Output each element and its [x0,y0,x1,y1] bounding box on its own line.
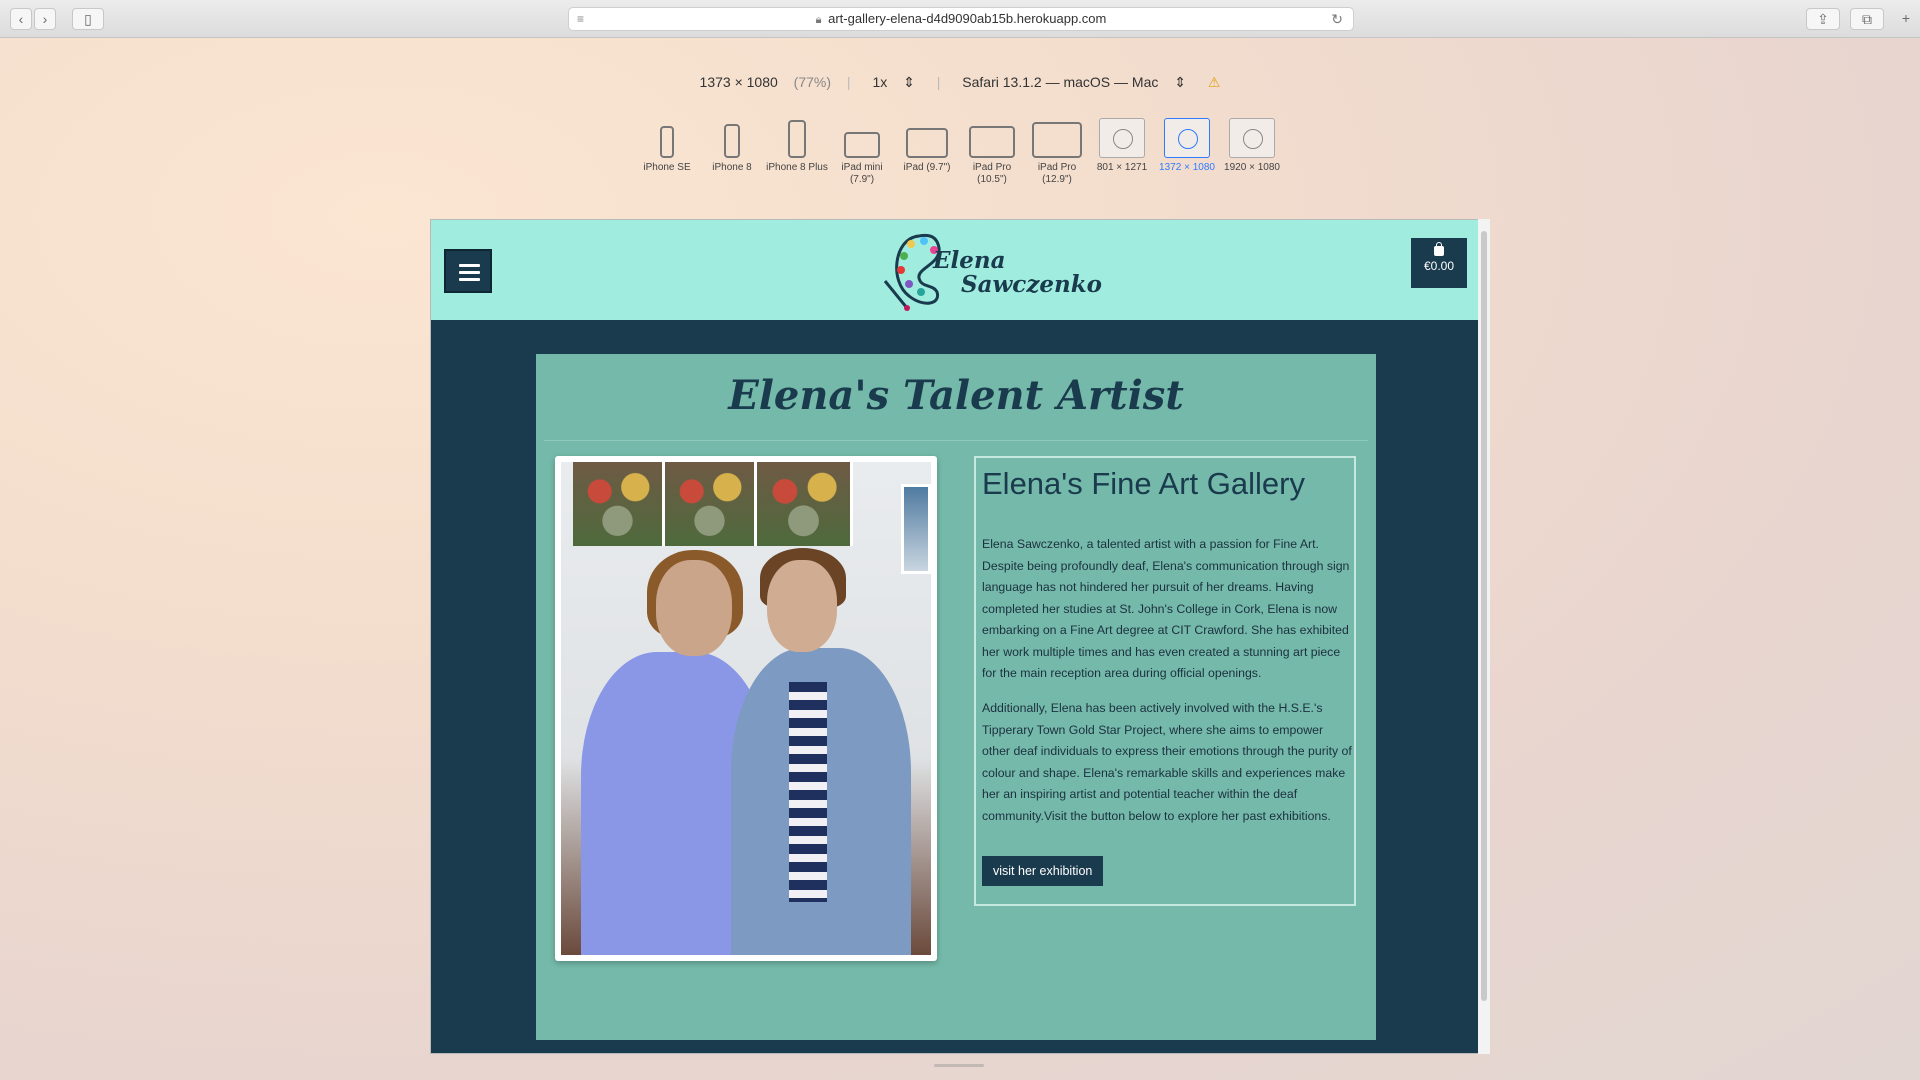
device-label: iPad Pro (10.5") [972,162,1012,185]
back-button[interactable]: ‹ [10,8,32,30]
browser-toolbar: ‹ › ▯ ≡ 🔒︎ art-gallery-elena-d4d9090ab15… [0,0,1920,38]
device-801x1271[interactable]: 801 × 1271 [1090,118,1154,174]
visit-exhibition-button[interactable]: visit her exhibition [982,856,1104,886]
gallery-heading: Elena's Fine Art Gallery [982,466,1305,501]
site-viewport: Elena Sawczenko €0.00 Elena's Talent Art… [430,219,1490,1054]
user-agent-select[interactable]: Safari 13.1.2 — macOS — Mac ⇕ [956,74,1192,90]
tablet-icon [844,132,880,158]
device-label: iPad mini (7.9") [841,162,883,185]
sidebar-toggle-button[interactable]: ▯ [72,8,104,30]
reader-icon[interactable]: ≡ [577,8,584,30]
device-ipad-pro-10[interactable]: iPad Pro (10.5") [960,118,1024,186]
site-header: Elena Sawczenko €0.00 [431,220,1479,320]
separator: | [936,74,941,90]
artist-photo-frame [555,456,937,961]
device-presets: iPhone SE iPhone 8 iPhone 8 Plus iPad mi… [0,118,1920,192]
share-button[interactable]: ⇪ [1806,8,1840,30]
device-label: 1920 × 1080 [1224,162,1280,173]
safari-compass-icon [1164,118,1210,158]
phone-icon [788,120,806,158]
divider [544,440,1368,441]
safari-compass-icon [1099,118,1145,158]
page-title: Elena's Talent Artist [728,372,1184,419]
device-label: 801 × 1271 [1096,162,1148,173]
device-label: iPhone 8 [712,162,752,173]
user-agent-value: Safari 13.1.2 — macOS — Mac [962,74,1159,90]
bio-paragraph-2: Additionally, Elena has been actively in… [982,701,1352,823]
new-tab-button[interactable]: + [1894,8,1918,30]
device-label: iPad Pro (12.9") [1037,162,1077,185]
chevron-updown-icon: ⇕ [903,74,915,90]
device-label: iPhone SE [643,162,691,173]
person-figure [789,682,827,902]
lock-icon: 🔒︎ [815,14,822,26]
safari-compass-icon [1229,118,1275,158]
bio-paragraph-1: Elena Sawczenko, a talented artist with … [982,537,1350,680]
tablet-icon [906,128,948,158]
person-figure [767,560,837,652]
device-label: 1372 × 1080 [1159,162,1215,173]
device-ipad-pro-12[interactable]: iPad Pro (12.9") [1025,118,1089,186]
device-ipad-mini[interactable]: iPad mini (7.9") [830,118,894,186]
menu-bar [459,271,480,274]
viewport-scrollbar[interactable] [1478,219,1490,1054]
device-iphone-se[interactable]: iPhone SE [635,118,699,174]
device-1372x1080[interactable]: 1372 × 1080 [1155,118,1219,174]
person-figure [656,560,732,656]
scrollbar-thumb[interactable] [1481,231,1487,1001]
resize-handle[interactable] [934,1064,984,1067]
painting [901,484,931,574]
hamburger-menu-button[interactable] [444,249,492,293]
phone-icon [660,126,674,158]
forward-button[interactable]: › [34,8,56,30]
separator: | [846,74,851,90]
url-text: art-gallery-elena-d4d9090ab15b.herokuapp… [828,11,1107,26]
tabs-overview-button[interactable]: ⧉ [1850,8,1884,30]
device-ipad[interactable]: iPad (9.7") [895,118,959,174]
cart-button[interactable]: €0.00 [1411,238,1467,288]
device-iphone-8-plus[interactable]: iPhone 8 Plus [765,118,829,174]
menu-bar [459,264,480,267]
zoom-percent: (77%) [793,74,832,90]
address-bar[interactable]: ≡ 🔒︎ art-gallery-elena-d4d9090ab15b.hero… [568,7,1354,31]
phone-icon [724,124,740,158]
viewport-dimensions[interactable]: 1373 × 1080 [700,74,778,90]
artist-photo [561,462,931,955]
chevron-updown-icon: ⇕ [1174,74,1186,90]
warning-icon: ⚠ [1207,74,1221,90]
pixel-ratio-value: 1x [872,74,888,90]
device-label: iPad (9.7") [903,162,951,173]
device-label: iPhone 8 Plus [766,162,828,173]
content-panel: Elena's Talent Artist Elena's Fine Art G… [536,354,1376,1040]
reload-icon[interactable]: ↻ [1331,8,1343,30]
logo-line-2: Sawczenko [961,271,1103,298]
site-logo[interactable]: Elena Sawczenko [879,226,1103,314]
menu-bar [459,278,480,281]
responsive-mode-info: 1373 × 1080 (77%) | 1x ⇕ | Safari 13.1.2… [0,74,1920,94]
painting [665,462,757,546]
device-1920x1080[interactable]: 1920 × 1080 [1220,118,1284,174]
painting [757,462,853,546]
pixel-ratio-select[interactable]: 1x ⇕ [866,74,920,90]
device-iphone-8[interactable]: iPhone 8 [700,118,764,174]
tablet-icon [1032,122,1082,158]
shopping-bag-icon [1434,242,1444,256]
gallery-info-box: Elena's Fine Art Gallery Elena Sawczenko… [974,456,1356,906]
cart-total: €0.00 [1423,259,1455,273]
tablet-icon [969,126,1015,158]
painting [573,462,665,546]
